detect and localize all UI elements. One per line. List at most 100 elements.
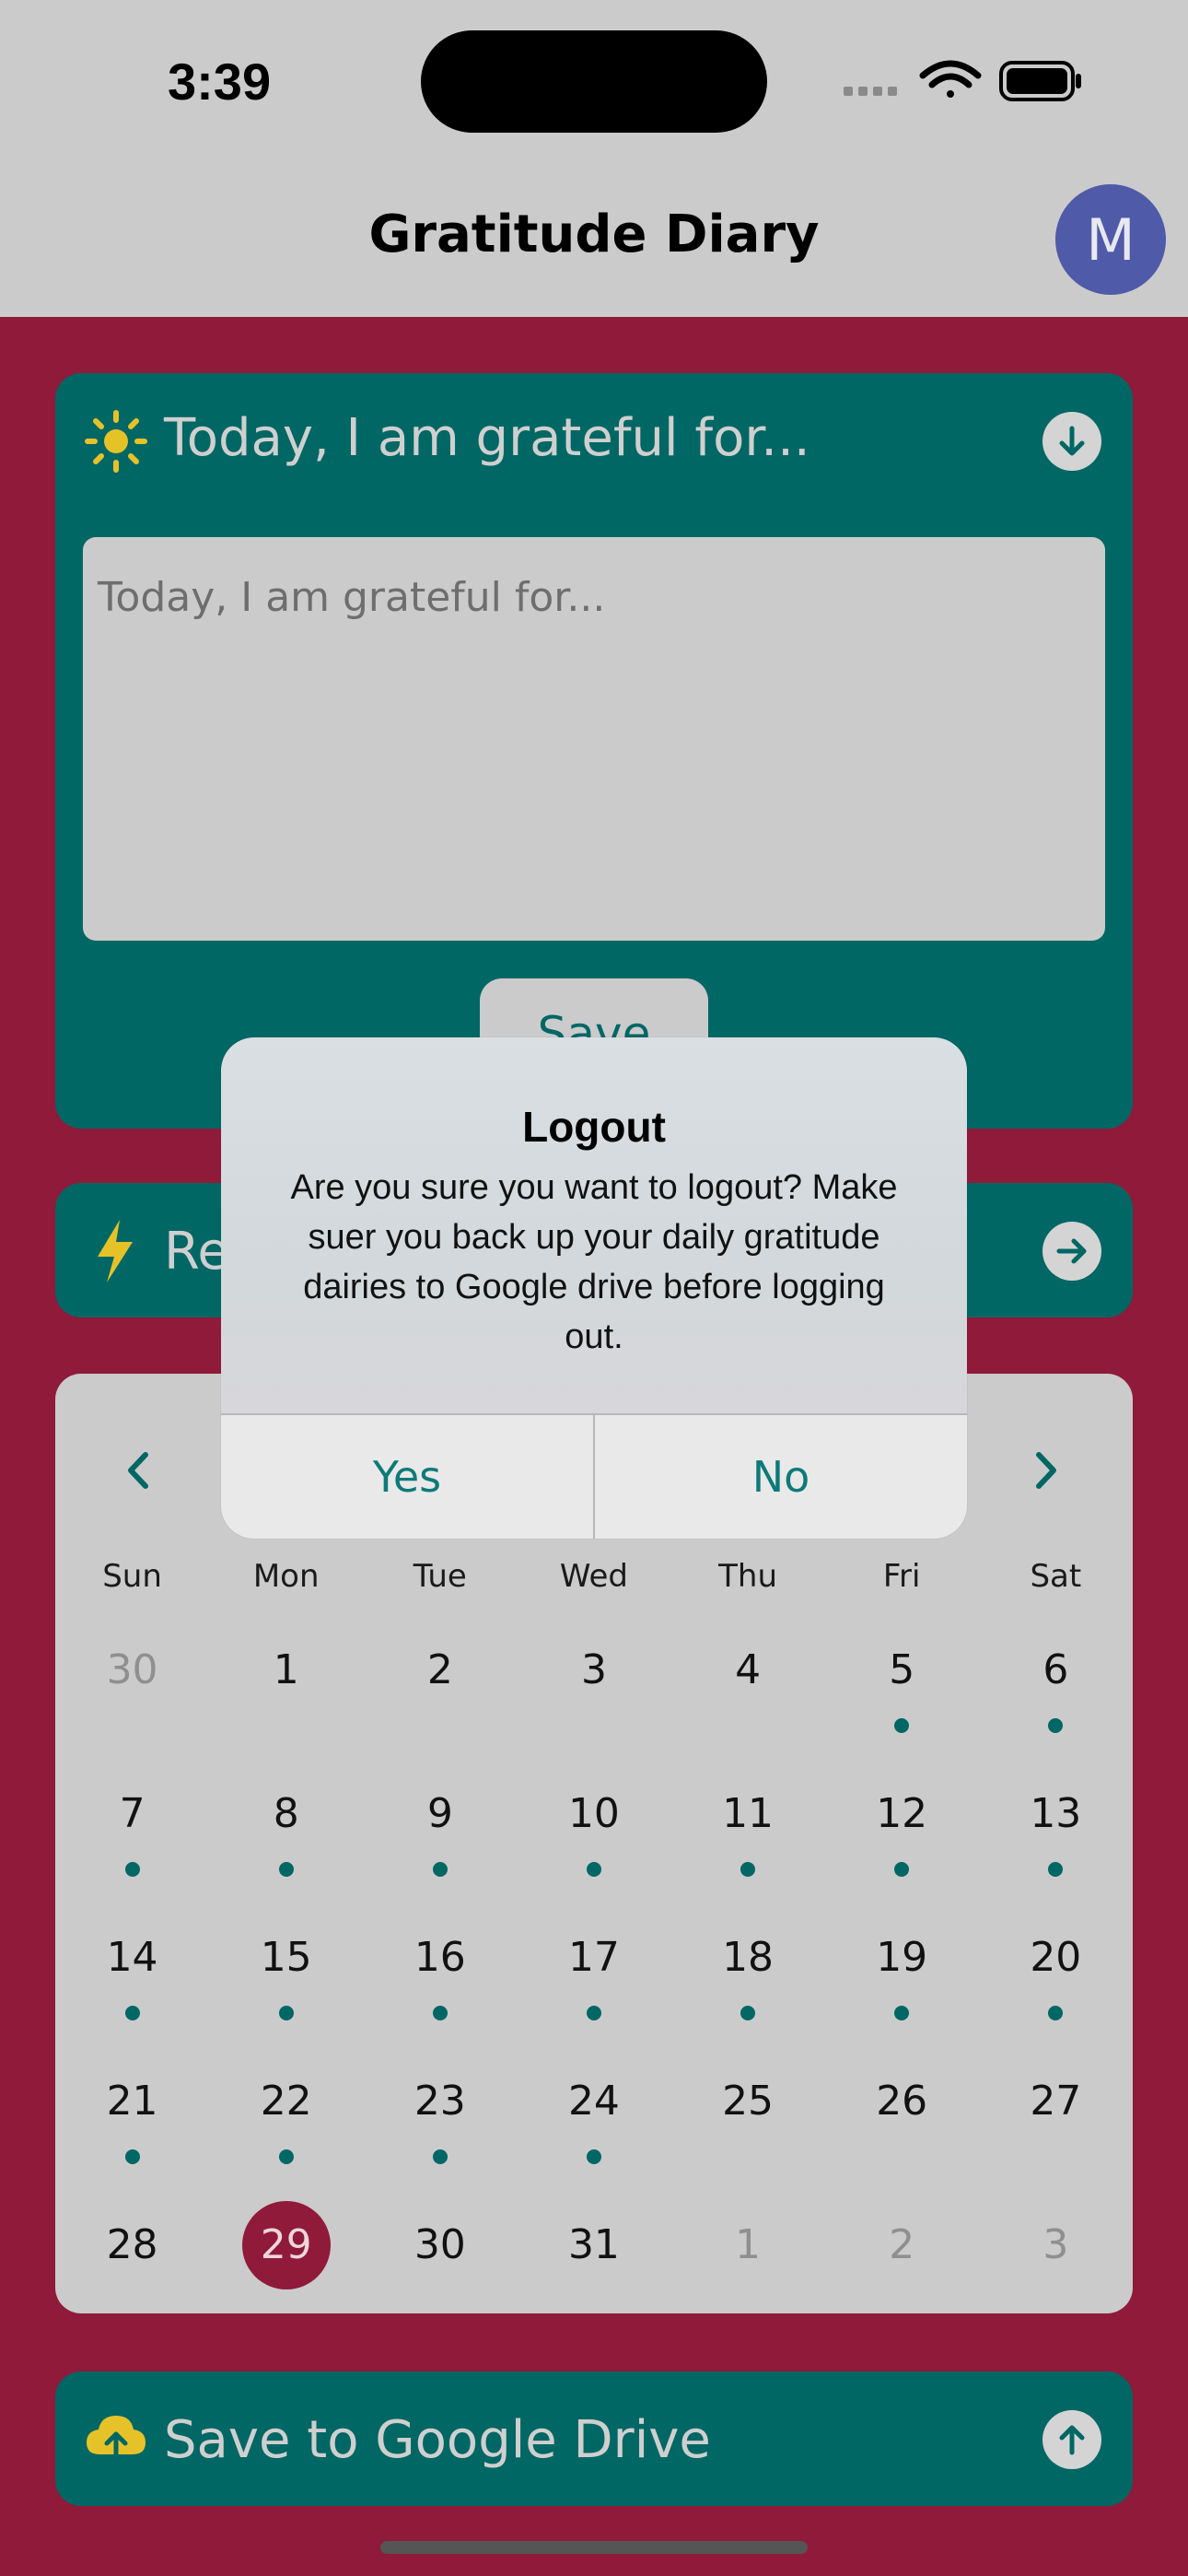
calendar-day[interactable]: 19 [825, 1930, 979, 2059]
dynamic-island [421, 30, 767, 133]
chevron-right-icon [1036, 1452, 1056, 1489]
entry-dot-indicator [1048, 1718, 1064, 1733]
upload-button[interactable] [1042, 2410, 1101, 2469]
calendar-day[interactable]: 18 [671, 1930, 825, 2059]
avatar[interactable]: M [1055, 184, 1166, 295]
calendar-day[interactable]: 30 [363, 2218, 517, 2347]
wifi-icon [919, 60, 982, 98]
home-indicator[interactable] [380, 2541, 808, 2554]
weekday-label: Mon [252, 1558, 320, 1595]
calendar-day[interactable]: 11 [671, 1786, 825, 1915]
entry-dot-indicator [586, 2149, 601, 2164]
arrow-up-icon [1059, 2425, 1085, 2455]
entry-dot-indicator [432, 1862, 448, 1877]
lightning-icon [98, 1220, 133, 1282]
day-number: 31 [567, 2221, 620, 2268]
calendar-day[interactable]: 25 [671, 2074, 825, 2203]
day-number: 4 [735, 1646, 762, 1693]
day-number: 10 [567, 1790, 620, 1837]
weekday-label: Thu [718, 1558, 777, 1595]
day-number: 30 [413, 2221, 466, 2268]
calendar-day[interactable]: 6 [979, 1643, 1133, 1772]
calendar-day[interactable]: 14 [55, 1930, 209, 2059]
entry-dot-indicator [740, 1862, 756, 1877]
calendar-day[interactable]: 15 [209, 1930, 363, 2059]
calendar-day[interactable]: 16 [363, 1930, 517, 2059]
calendar-day[interactable]: 12 [825, 1786, 979, 1915]
calendar-week-row: 30 1 2 3 4 5 6 [55, 1643, 1133, 1772]
calendar-day[interactable]: 3 [517, 1643, 670, 1772]
calendar-day[interactable]: 4 [671, 1643, 825, 1772]
previous-month-button[interactable] [122, 1447, 155, 1505]
entry-dot-indicator [278, 2006, 294, 2020]
calendar-day[interactable]: 9 [363, 1786, 517, 1915]
calendar-day[interactable]: 24 [517, 2074, 670, 2203]
no-button[interactable]: No [593, 1415, 967, 1539]
open-reminder-button[interactable] [1042, 1222, 1101, 1281]
gratitude-entry-card: Today, I am grateful for... Save [55, 373, 1133, 1129]
day-number: 8 [273, 1790, 299, 1837]
calendar-day[interactable]: 31 [517, 2218, 670, 2347]
yes-button[interactable]: Yes [221, 1415, 593, 1539]
calendar-day[interactable]: 5 [825, 1643, 979, 1772]
calendar-day[interactable]: 3 [979, 2218, 1133, 2347]
calendar-day[interactable]: 20 [979, 1930, 1133, 2059]
calendar-day[interactable]: 1 [209, 1643, 363, 1772]
calendar-day[interactable]: 2 [363, 1643, 517, 1772]
next-month-button[interactable] [1030, 1447, 1063, 1505]
calendar-week-row: 21 22 23 24 25 26 27 [55, 2074, 1133, 2203]
calendar-week-row: 28 29 30 31 1 2 3 [55, 2201, 1133, 2347]
calendar-day[interactable]: 26 [825, 2074, 979, 2203]
calendar-day[interactable]: 8 [209, 1786, 363, 1915]
entry-dot-indicator [278, 1862, 294, 1877]
calendar-day[interactable]: 21 [55, 2074, 209, 2203]
weekday-header: Sun Mon Tue Wed Thu Fri Sat [55, 1558, 1133, 1595]
day-number: 20 [1030, 1934, 1082, 1981]
day-number: 14 [106, 1934, 158, 1981]
calendar-day-selected[interactable]: 29 [209, 2201, 363, 2347]
cellular-icon [844, 87, 897, 96]
expand-button[interactable] [1042, 412, 1101, 471]
day-number: 15 [260, 1934, 312, 1981]
calendar-day[interactable]: 10 [517, 1786, 670, 1915]
day-number: 24 [567, 2078, 620, 2125]
status-time: 3:39 [168, 53, 272, 111]
day-number: 21 [106, 2078, 158, 2125]
calendar-day[interactable]: 7 [55, 1786, 209, 1915]
day-number: 27 [1030, 2078, 1082, 2125]
calendar-day[interactable]: 1 [671, 2218, 825, 2347]
calendar-day[interactable]: 23 [363, 2074, 517, 2203]
day-number: 12 [876, 1790, 928, 1837]
day-number: 25 [722, 2078, 775, 2125]
entry-dot-indicator [1048, 1862, 1064, 1877]
day-number: 17 [567, 1934, 620, 1981]
calendar-day[interactable]: 27 [979, 2074, 1133, 2203]
day-number: 13 [1030, 1790, 1082, 1837]
page-title: Gratitude Diary [368, 205, 820, 264]
day-number: 26 [876, 2078, 928, 2125]
day-number: 28 [106, 2221, 158, 2268]
calendar-day[interactable]: 17 [517, 1930, 670, 2059]
day-number: 9 [426, 1790, 453, 1837]
save-to-drive-card[interactable]: Save to Google Drive [55, 2371, 1133, 2506]
day-number: 1 [735, 2221, 762, 2268]
save-to-drive-title: Save to Google Drive [164, 2410, 711, 2470]
weekday-label: Tue [413, 1558, 467, 1595]
gratitude-entry-input[interactable] [83, 537, 1105, 941]
day-number: 11 [722, 1790, 775, 1837]
entry-dot-indicator [432, 2149, 448, 2164]
calendar-day[interactable]: 13 [979, 1786, 1133, 1915]
day-number: 5 [889, 1646, 915, 1693]
calendar-day[interactable]: 22 [209, 2074, 363, 2203]
day-number: 29 [241, 2201, 331, 2289]
entry-dot-indicator [124, 1862, 140, 1877]
calendar-week-row: 7 8 9 10 11 12 13 [55, 1786, 1133, 1915]
day-number: 2 [426, 1646, 453, 1693]
calendar-day[interactable]: 30 [55, 1643, 209, 1772]
weekday-label: Wed [559, 1558, 628, 1595]
calendar-day[interactable]: 28 [55, 2218, 209, 2347]
calendar-day[interactable]: 2 [825, 2218, 979, 2347]
day-number: 3 [580, 1646, 607, 1693]
alert-actions: Yes No [221, 1413, 967, 1539]
weekday-label: Sun [102, 1558, 162, 1595]
